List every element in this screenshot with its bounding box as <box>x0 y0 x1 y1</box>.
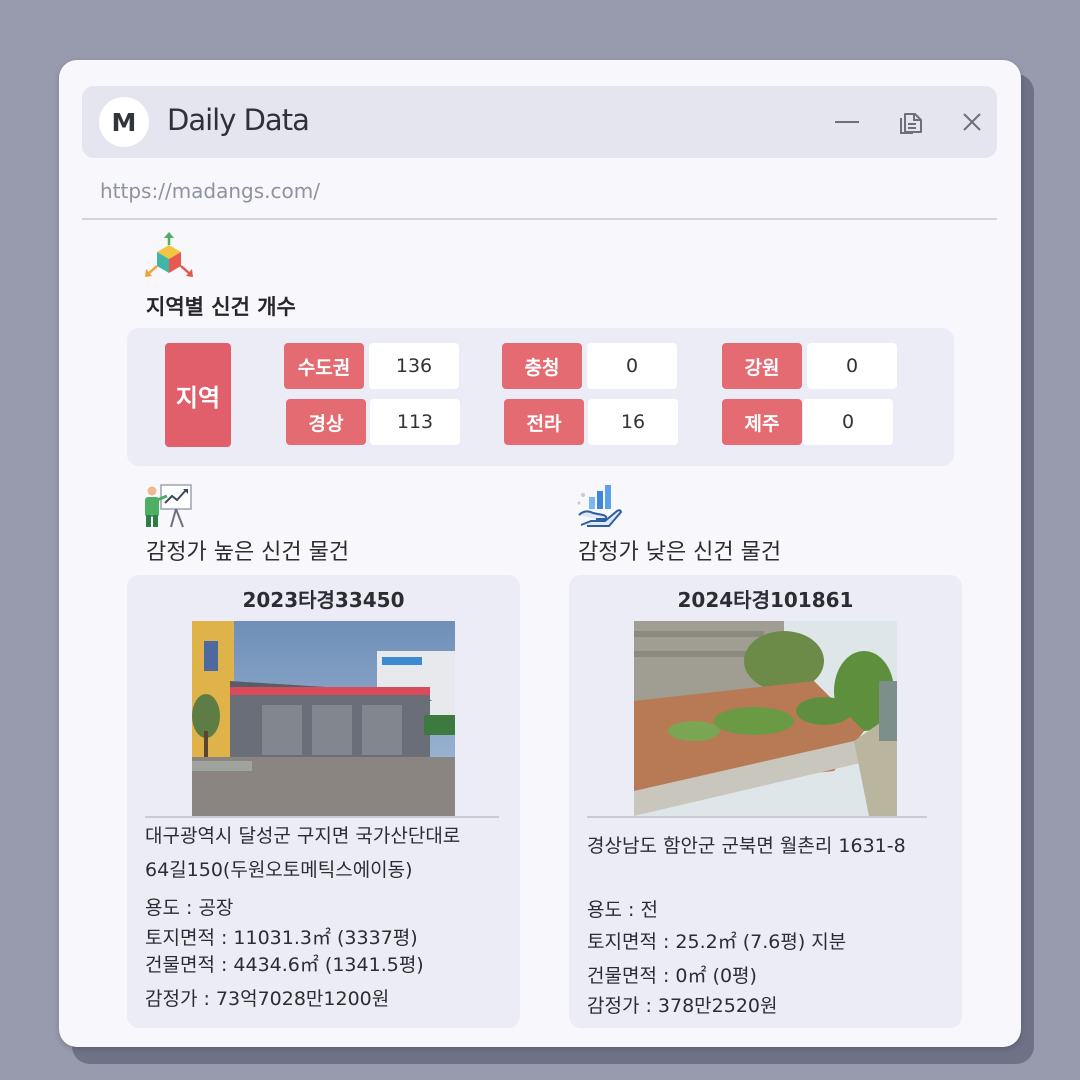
low-building-area: 건물면적 : 0㎡ (0평) <box>587 965 757 987</box>
low-case-number: 2024타경101861 <box>677 588 854 612</box>
region-chip-gangwon: 강원 <box>722 343 802 389</box>
region-main-label: 지역 <box>165 343 231 447</box>
low-card-divider <box>587 816 927 818</box>
app-window: M Daily Data https://madangs.com/ 지역별 신건… <box>59 60 1021 1047</box>
minimize-icon <box>835 121 859 123</box>
high-appraisal: 감정가 : 73억7028만1200원 <box>145 988 390 1010</box>
header-divider <box>82 218 997 220</box>
region-count-panel: 지역 수도권 136 충청 0 강원 0 경상 113 전라 16 제주 0 <box>127 328 954 466</box>
region-section-title: 지역별 신건 개수 <box>146 295 296 319</box>
high-building-area: 건물면적 : 4434.6㎡ (1341.5평) <box>145 954 424 976</box>
region-count-gangwon: 0 <box>807 343 897 389</box>
high-address-line2: 64길150(두원오토메틱스에이동) <box>145 859 413 881</box>
high-case-number: 2023타경33450 <box>242 588 405 612</box>
low-property-photo <box>634 621 897 816</box>
region-count-jeju: 0 <box>803 399 893 445</box>
high-card-divider <box>145 816 499 818</box>
close-button[interactable] <box>952 102 992 142</box>
region-count-chungcheong: 0 <box>587 343 677 389</box>
region-count-gyeongsang: 113 <box>370 399 460 445</box>
copy-button[interactable] <box>890 102 930 142</box>
high-land-area: 토지면적 : 11031.3㎡ (3337평) <box>145 927 418 949</box>
high-usage: 용도 : 공장 <box>145 897 234 919</box>
close-icon <box>963 113 981 131</box>
low-appraisal: 감정가 : 378만2520원 <box>587 995 778 1017</box>
minimize-button[interactable] <box>827 102 867 142</box>
low-section-title: 감정가 낮은 신건 물건 <box>578 540 782 565</box>
app-logo: M <box>99 97 149 147</box>
region-chip-jeolla: 전라 <box>504 399 584 445</box>
url-text[interactable]: https://madangs.com/ <box>100 179 320 203</box>
high-property-photo <box>192 621 455 816</box>
region-chip-jeju: 제주 <box>722 399 802 445</box>
presentation-chart-icon <box>145 484 192 528</box>
hand-chart-icon <box>577 485 623 527</box>
high-section-title: 감정가 높은 신건 물건 <box>146 540 350 565</box>
region-chip-sudogwon: 수도권 <box>284 343 364 389</box>
cube-arrows-icon <box>145 232 193 277</box>
region-count-sudogwon: 136 <box>369 343 459 389</box>
low-address-line1: 경상남도 함안군 군북면 월촌리 1631-8 <box>587 835 906 857</box>
title-bar: M Daily Data <box>82 86 997 158</box>
low-land-area: 토지면적 : 25.2㎡ (7.6평) 지분 <box>587 931 847 953</box>
region-count-jeolla: 16 <box>588 399 678 445</box>
low-usage: 용도 : 전 <box>587 899 658 921</box>
region-chip-gyeongsang: 경상 <box>286 399 366 445</box>
low-property-card[interactable]: 2024타경101861 경상남도 함안군 군북면 월촌리 1631-8 용도 … <box>569 575 962 1028</box>
region-chip-chungcheong: 충청 <box>502 343 582 389</box>
app-title: Daily Data <box>167 103 310 137</box>
copy-icon <box>900 113 922 134</box>
high-address-line1: 대구광역시 달성군 구지면 국가산단대로 <box>145 825 461 847</box>
high-property-card[interactable]: 2023타경33450 대구광역시 달성군 구지면 국가산단대로 64길150(… <box>127 575 520 1028</box>
